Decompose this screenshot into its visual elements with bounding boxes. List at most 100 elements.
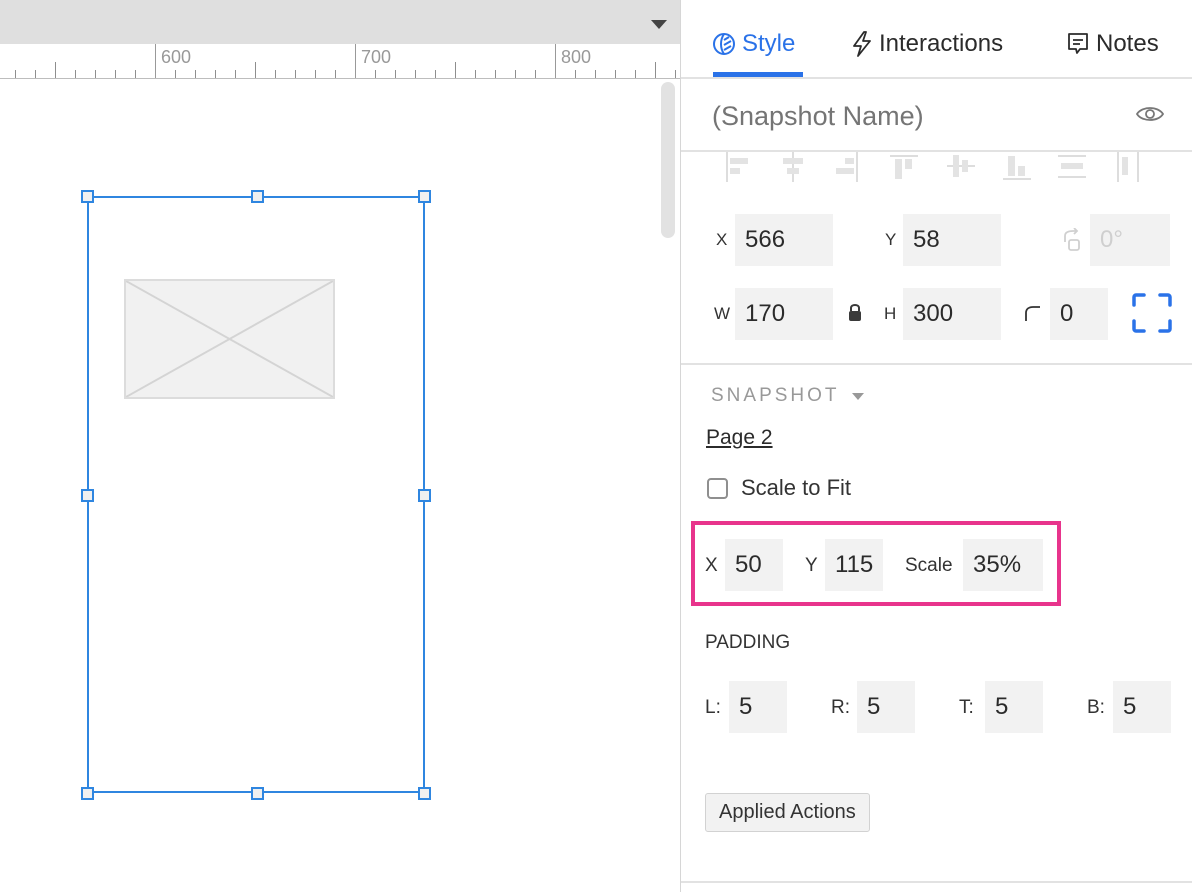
page-dropdown-arrow-icon[interactable]	[651, 20, 667, 29]
distribute-horizontal-icon[interactable]	[1111, 152, 1141, 182]
ruler-tick	[335, 70, 336, 78]
ruler-tick	[175, 70, 176, 78]
fit-to-content-icon[interactable]	[1131, 292, 1173, 334]
ruler-tick	[535, 70, 536, 78]
padding-left-input[interactable]: 5	[729, 681, 787, 733]
x-position-input[interactable]: 566	[735, 214, 833, 266]
ruler-tick	[195, 70, 196, 78]
align-left-icon[interactable]	[725, 152, 751, 182]
ruler-tick	[515, 70, 516, 78]
snapshot-scale-input[interactable]: 35%	[963, 539, 1043, 591]
resize-handle-top-right[interactable]	[418, 190, 431, 203]
ruler-tick	[495, 70, 496, 78]
padding-top-input[interactable]: 5	[985, 681, 1043, 733]
corner-radius-icon	[1025, 306, 1040, 321]
ruler-tick	[255, 62, 256, 78]
align-bottom-icon[interactable]	[1002, 152, 1032, 182]
ruler-label: 600	[161, 47, 192, 67]
y-position-input[interactable]: 58	[903, 214, 1001, 266]
resize-handle-bottom-right[interactable]	[418, 787, 431, 800]
padding-bottom-label: B:	[1087, 697, 1105, 718]
tab-interactions-label: Interactions	[879, 30, 1004, 57]
tab-interactions[interactable]: Interactions	[851, 27, 1003, 61]
panel-tabs: Style Interactions Notes	[681, 0, 1192, 79]
w-label: W	[714, 304, 731, 323]
align-middle-vertical-icon[interactable]	[946, 152, 976, 182]
snapshot-section-header[interactable]: SNAPSHOT	[711, 385, 864, 407]
snapshot-x-label: X	[705, 555, 718, 576]
ruler-tick	[655, 62, 656, 78]
applied-actions-button[interactable]: Applied Actions	[705, 793, 870, 832]
style-panel: Style Interactions Notes (Snapshot Name)…	[681, 0, 1192, 892]
padding-right-label: R:	[831, 697, 850, 718]
tab-notes-label: Notes	[1096, 30, 1159, 57]
ruler-tick	[635, 70, 636, 78]
ruler-tick	[675, 70, 676, 78]
ruler-tick	[35, 70, 36, 78]
resize-handle-bottom[interactable]	[251, 787, 264, 800]
snapshot-page-link[interactable]: Page 2	[706, 426, 773, 450]
tab-style[interactable]: Style	[712, 27, 795, 61]
align-center-horizontal-icon[interactable]	[780, 152, 806, 182]
ruler-tick	[275, 70, 276, 78]
align-right-icon[interactable]	[833, 152, 859, 182]
ruler-tick	[595, 70, 596, 78]
resize-handle-bottom-left[interactable]	[81, 787, 94, 800]
padding-right-input[interactable]: 5	[857, 681, 915, 733]
snapshot-name-row	[681, 79, 1192, 152]
active-tab-indicator	[713, 72, 803, 77]
style-leaf-icon	[713, 33, 735, 55]
resize-handle-right[interactable]	[418, 489, 431, 502]
x-label: X	[716, 230, 728, 249]
distribute-vertical-icon[interactable]	[1057, 152, 1087, 182]
snapshot-y-label: Y	[805, 555, 818, 576]
rotation-input: 0°	[1090, 214, 1170, 266]
snapshot-y-input[interactable]: 115	[825, 539, 883, 591]
ruler-tick	[475, 70, 476, 78]
ruler-tick	[115, 70, 116, 78]
ruler-tick	[15, 70, 16, 78]
padding-bottom-input[interactable]: 5	[1113, 681, 1171, 733]
padding-title: PADDING	[705, 632, 791, 653]
ruler-tick	[355, 44, 356, 78]
height-input[interactable]: 300	[903, 288, 1001, 340]
ruler-tick	[435, 70, 436, 78]
corner-radius-input[interactable]: 0	[1050, 288, 1108, 340]
selected-snapshot-widget[interactable]	[87, 196, 425, 793]
h-label: H	[884, 304, 897, 323]
snapshot-name-input[interactable]	[712, 101, 1112, 132]
align-top-icon[interactable]	[889, 152, 919, 182]
ruler-tick	[555, 44, 556, 78]
ruler-label: 800	[561, 47, 592, 67]
note-bubble-icon	[1068, 33, 1088, 54]
ruler-tick	[315, 70, 316, 78]
resize-handle-top[interactable]	[251, 190, 264, 203]
lightning-icon	[853, 31, 871, 57]
scale-to-fit-checkbox-row[interactable]: Scale to Fit	[707, 475, 851, 501]
snapshot-section-title: SNAPSHOT	[711, 385, 840, 406]
ruler-tick	[395, 70, 396, 78]
resize-handle-left[interactable]	[81, 489, 94, 502]
ruler-tick	[375, 70, 376, 78]
canvas-area[interactable]: 600 700 800	[0, 0, 680, 892]
tab-notes[interactable]: Notes	[1066, 27, 1159, 61]
rotation-icon	[1064, 228, 1080, 251]
vertical-scrollbar[interactable]	[661, 82, 675, 238]
ruler-tick	[135, 70, 136, 78]
padding-top-label: T:	[959, 697, 974, 718]
width-input[interactable]: 170	[735, 288, 833, 340]
ruler-tick	[415, 70, 416, 78]
section-divider-bottom	[681, 881, 1192, 883]
ruler-tick	[55, 62, 56, 78]
ruler-tick	[75, 70, 76, 78]
resize-handle-top-left[interactable]	[81, 190, 94, 203]
scale-to-fit-label: Scale to Fit	[741, 475, 852, 500]
lock-aspect-icon[interactable]	[847, 302, 863, 322]
section-divider	[681, 363, 1192, 365]
snapshot-x-input[interactable]: 50	[725, 539, 783, 591]
visibility-eye-icon[interactable]	[1135, 103, 1165, 125]
ruler-label: 700	[361, 47, 392, 67]
ruler-tick	[155, 44, 156, 78]
snapshot-scale-label: Scale	[905, 555, 953, 576]
scale-to-fit-checkbox[interactable]	[707, 477, 728, 499]
